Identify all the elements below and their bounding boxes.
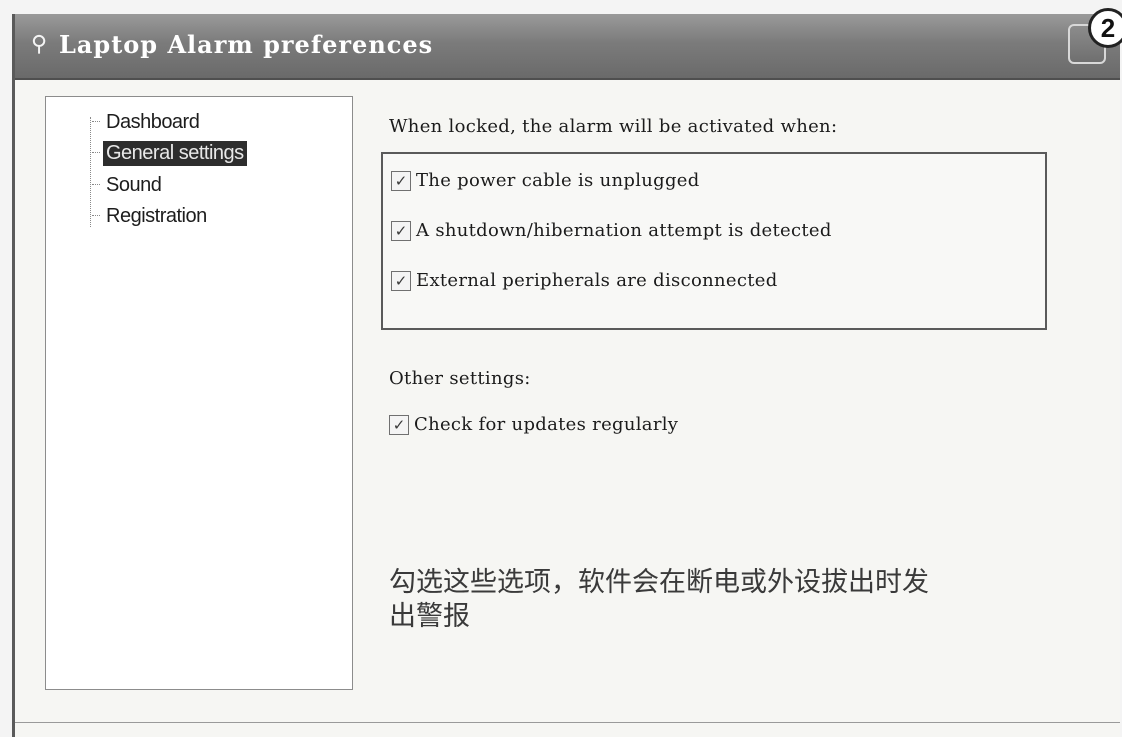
alarm-conditions-group: ✓ The power cable is unplugged ✓ A shutd… xyxy=(381,152,1047,330)
tree-item-dashboard[interactable]: Dashboard xyxy=(92,109,202,135)
alarm-conditions-heading: When locked, the alarm will be activated… xyxy=(389,116,838,137)
bottom-divider xyxy=(15,722,1120,723)
checkbox-checked-icon[interactable]: ✓ xyxy=(391,270,411,291)
tree-branch-line xyxy=(92,215,100,217)
laptop-alarm-icon: ⚲ xyxy=(31,32,48,57)
option-shutdown-attempt[interactable]: ✓ A shutdown/hibernation attempt is dete… xyxy=(391,220,832,241)
annotation-note: 勾选这些选项，软件会在断电或外设拔出时发出警报 xyxy=(389,567,929,632)
tree-item-label: Registration xyxy=(106,204,207,227)
tree-item-label: Sound xyxy=(106,173,162,196)
step-number-badge: 2 xyxy=(1088,8,1122,48)
tree-branch-line xyxy=(92,121,100,123)
option-label: The power cable is unplugged xyxy=(416,170,700,191)
tree-branch-line xyxy=(92,152,100,154)
settings-tree: Dashboard General settings Sound Registr… xyxy=(45,96,353,690)
tree-branch-line xyxy=(92,184,100,186)
content-area: Dashboard General settings Sound Registr… xyxy=(15,80,1120,737)
window-title: Laptop Alarm preferences xyxy=(59,30,434,59)
title-bar[interactable]: ⚲ Laptop Alarm preferences 2 xyxy=(15,8,1122,80)
tree-item-general-settings[interactable]: General settings xyxy=(92,140,247,166)
preferences-window: ⚲ Laptop Alarm preferences 2 Dashboard G… xyxy=(12,8,1122,737)
option-peripherals-disconnected[interactable]: ✓ External peripherals are disconnected xyxy=(391,270,778,291)
tree-item-registration[interactable]: Registration xyxy=(92,203,210,229)
option-label: External peripherals are disconnected xyxy=(416,270,778,291)
option-power-cable[interactable]: ✓ The power cable is unplugged xyxy=(391,170,700,191)
tree-item-sound[interactable]: Sound xyxy=(92,172,164,198)
checkbox-checked-icon[interactable]: ✓ xyxy=(391,170,411,191)
option-label: A shutdown/hibernation attempt is detect… xyxy=(416,220,832,241)
option-check-updates[interactable]: ✓ Check for updates regularly xyxy=(389,414,678,435)
checkbox-checked-icon[interactable]: ✓ xyxy=(389,414,409,435)
option-label: Check for updates regularly xyxy=(414,414,679,435)
tree-item-label: Dashboard xyxy=(106,110,200,133)
checkbox-checked-icon[interactable]: ✓ xyxy=(391,220,411,241)
tree-item-label: General settings xyxy=(103,140,247,166)
other-settings-heading: Other settings: xyxy=(389,368,531,389)
